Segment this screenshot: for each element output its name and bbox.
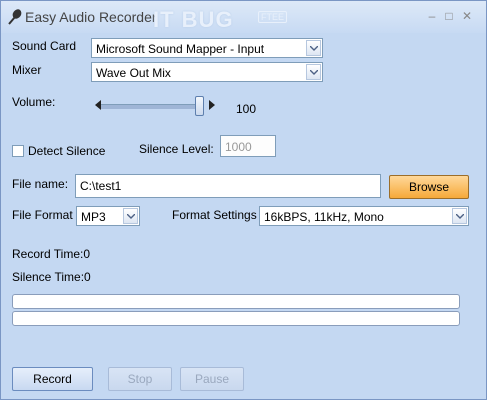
- detect-silence-label: Detect Silence: [28, 144, 106, 158]
- file-format-select[interactable]: MP3: [76, 206, 140, 226]
- sound-card-label: Sound Card: [12, 39, 77, 53]
- chevron-down-icon: [127, 214, 135, 219]
- browse-button[interactable]: Browse: [389, 175, 469, 199]
- file-name-value: C:\test1: [80, 179, 122, 193]
- mixer-label: Mixer: [12, 63, 42, 77]
- close-icon: ✕: [461, 9, 473, 23]
- sound-card-dropdown-button[interactable]: [306, 40, 321, 56]
- close-button[interactable]: ✕: [459, 9, 475, 23]
- silence-level-value: 1000: [225, 140, 252, 154]
- file-format-value: MP3: [81, 210, 106, 224]
- maximize-button[interactable]: □: [441, 9, 457, 23]
- maximize-icon: □: [445, 9, 453, 23]
- format-settings-dropdown-button[interactable]: [452, 208, 467, 224]
- progress-bar-1: [12, 294, 460, 309]
- format-settings-value: 16kBPS, 11kHz, Mono: [264, 210, 384, 224]
- chevron-down-icon: [310, 46, 318, 51]
- silence-level-input[interactable]: 1000: [220, 135, 276, 157]
- volume-slider-thumb[interactable]: [195, 96, 204, 116]
- file-name-label: File name:: [12, 177, 69, 191]
- chevron-down-icon: [456, 214, 464, 219]
- volume-right-arrow-icon[interactable]: [209, 100, 215, 110]
- sound-card-value: Microsoft Sound Mapper - Input: [96, 42, 265, 56]
- progress-bar-2: [12, 311, 460, 326]
- chevron-down-icon: [310, 70, 318, 75]
- stop-button[interactable]: Stop: [108, 367, 172, 391]
- volume-value: 100: [236, 102, 257, 116]
- minimize-button[interactable]: –: [424, 9, 440, 23]
- silence-level-label: Silence Level:: [139, 142, 214, 156]
- file-name-input[interactable]: C:\test1: [75, 174, 381, 198]
- mixer-select[interactable]: Wave Out Mix: [91, 62, 323, 82]
- volume-label: Volume:: [12, 95, 56, 109]
- microphone-icon: [8, 9, 22, 25]
- file-format-label: File Format: [12, 208, 73, 222]
- watermark-logo: IT BUG: [153, 7, 234, 32]
- file-format-dropdown-button[interactable]: [123, 208, 138, 224]
- pause-button[interactable]: Pause: [180, 367, 244, 391]
- format-settings-select[interactable]: 16kBPS, 11kHz, Mono: [259, 206, 469, 226]
- mixer-dropdown-button[interactable]: [306, 64, 321, 80]
- mixer-value: Wave Out Mix: [96, 66, 171, 80]
- detect-silence-checkbox[interactable]: [12, 145, 24, 157]
- watermark-badge: FTEE: [258, 11, 288, 23]
- main-window: Easy Audio Recorder IT BUG FTEE – □ ✕ So…: [0, 0, 487, 400]
- volume-slider-track[interactable]: [101, 104, 201, 109]
- silence-time-text: Silence Time:0: [12, 270, 91, 284]
- format-settings-label: Format Settings: [172, 208, 257, 222]
- sound-card-select[interactable]: Microsoft Sound Mapper - Input: [91, 38, 323, 58]
- record-time-text: Record Time:0: [12, 247, 91, 261]
- minimize-icon: –: [428, 9, 436, 23]
- record-button[interactable]: Record: [12, 367, 93, 391]
- window-title: Easy Audio Recorder: [25, 9, 157, 25]
- title-bar[interactable]: Easy Audio Recorder IT BUG FTEE – □ ✕: [1, 1, 486, 33]
